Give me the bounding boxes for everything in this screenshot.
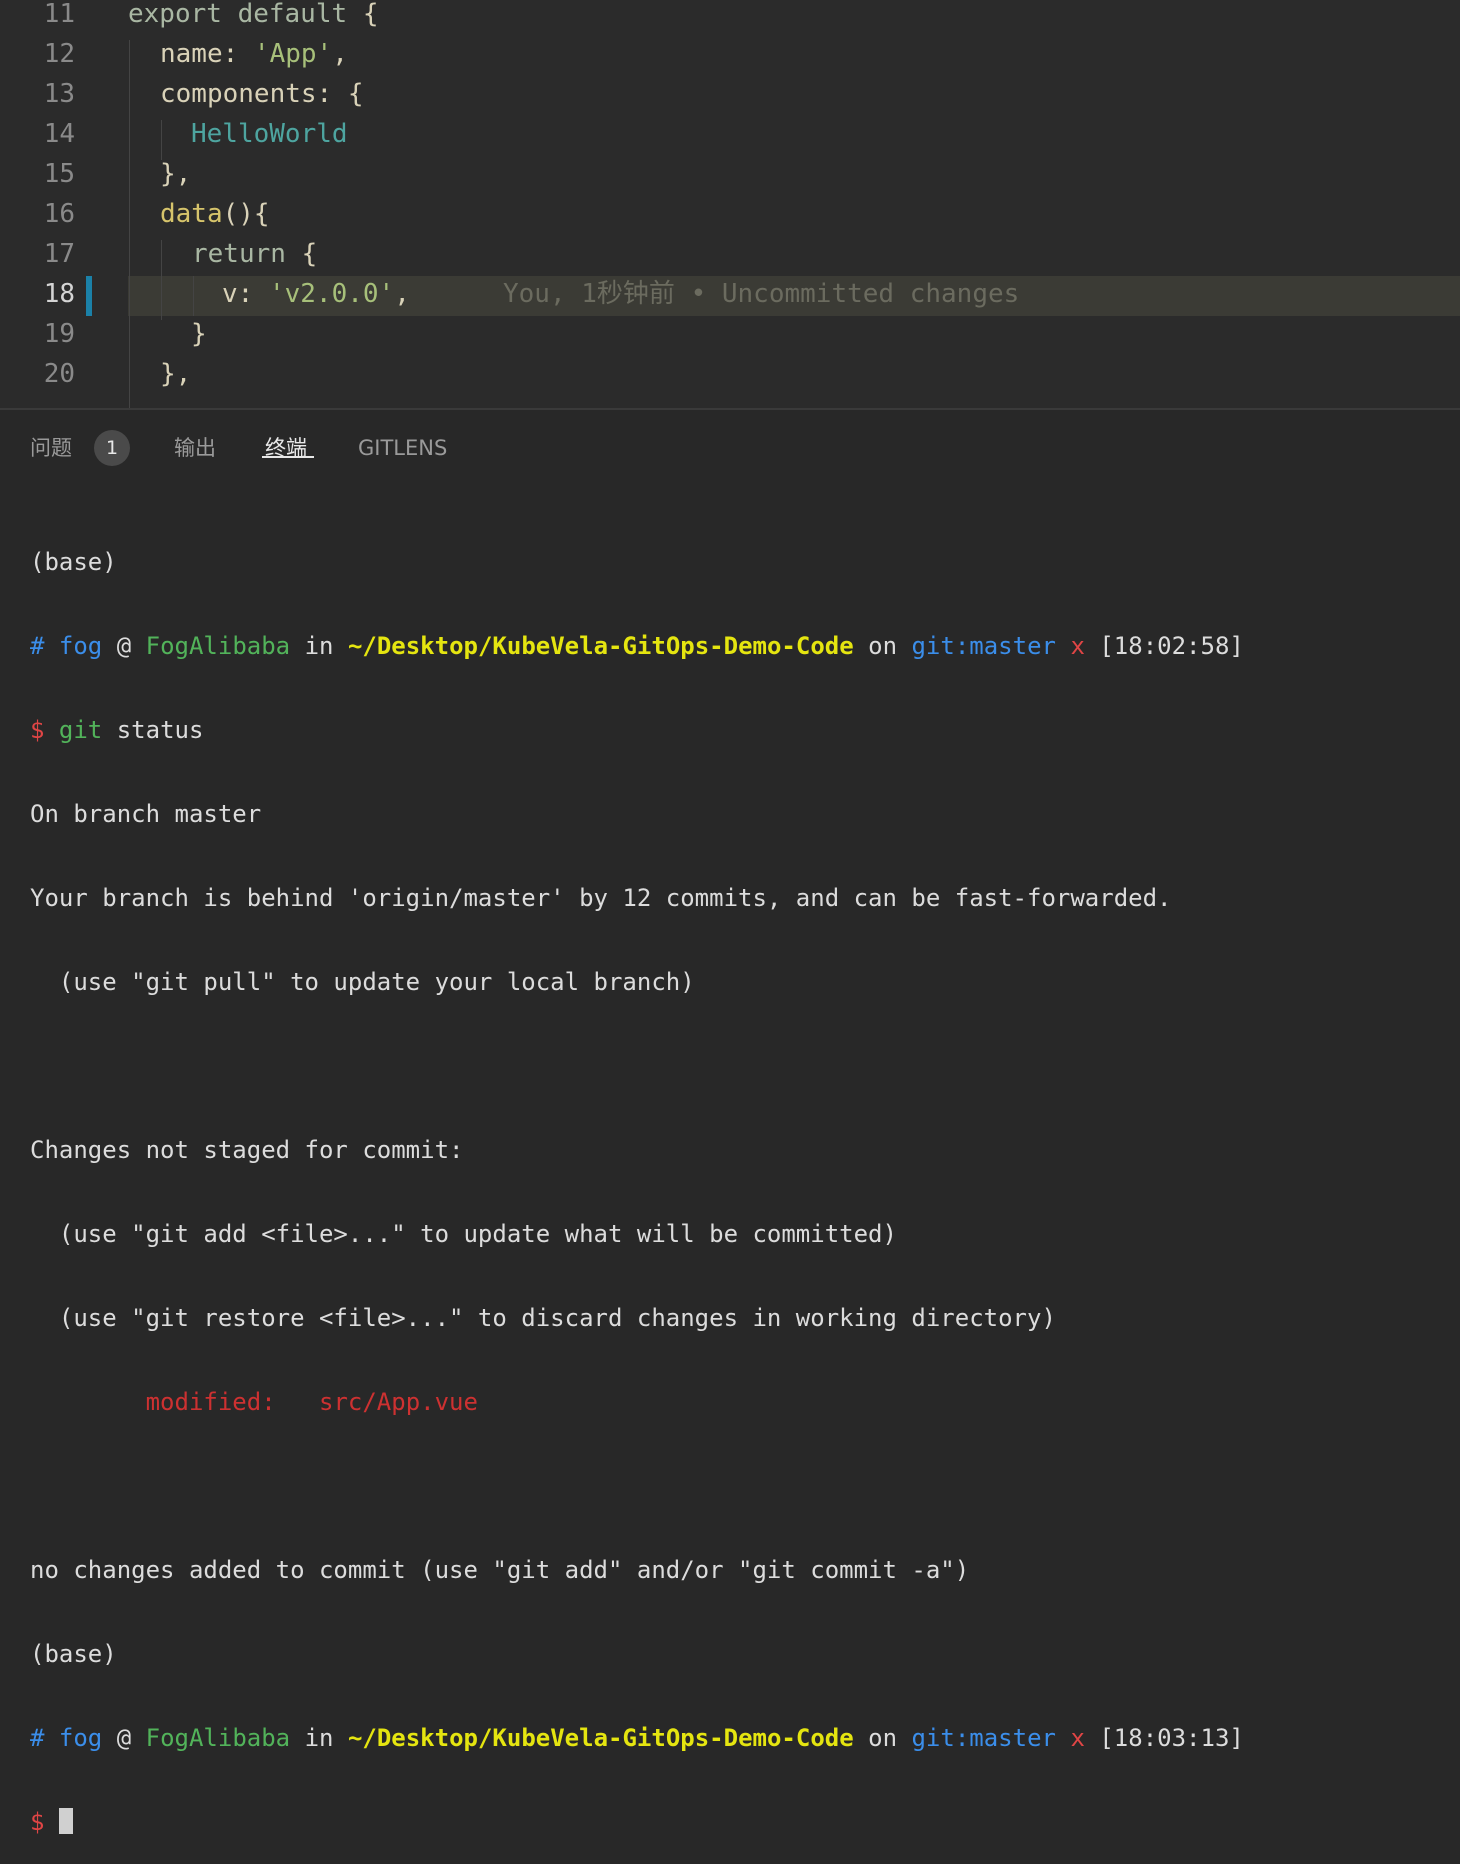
tab-gitlens[interactable]: GITLENS (358, 432, 447, 464)
line-number: 16 (43, 199, 75, 229)
terminal-output[interactable]: (base) # fog @ FogAlibaba in ~/Desktop/K… (30, 492, 1244, 1864)
line-number: 13 (43, 79, 75, 109)
terminal-prompt-line: # fog @ FogAlibaba in ~/Desktop/KubeVela… (30, 632, 1244, 660)
code-line[interactable]: 11 export default { (0, 0, 1460, 34)
terminal-cursor (58, 1808, 73, 1834)
line-number: 12 (43, 39, 75, 69)
terminal-line: (base) (30, 548, 117, 576)
problems-count-badge: 1 (94, 430, 130, 466)
terminal-line: Your branch is behind 'origin/master' by… (30, 884, 1172, 912)
terminal-line: no changes added to commit (use "git add… (30, 1556, 970, 1584)
terminal-line: (use "git pull" to update your local bra… (30, 968, 695, 996)
code-text: export default { (128, 0, 379, 29)
terminal-line: (use "git add <file>..." to update what … (30, 1220, 897, 1248)
code-text: return { (192, 239, 318, 269)
tab-terminal[interactable]: 终端 (265, 432, 307, 464)
line-number: 11 (43, 0, 75, 29)
active-tab-indicator (262, 456, 314, 458)
tab-problems[interactable]: 问题 (30, 432, 72, 464)
terminal-command-line: $ git status (30, 716, 204, 744)
code-editor[interactable]: 11 export default { 12 name: 'App', 13 c… (0, 0, 1460, 408)
code-line[interactable]: 16 data(){ (0, 194, 1460, 234)
terminal-line: (base) (30, 1640, 117, 1668)
terminal-input-line[interactable]: $ (30, 1808, 1244, 1836)
code-text: }, (160, 359, 192, 389)
code-line[interactable]: 15 }, (0, 154, 1460, 194)
code-line[interactable]: 13 components: { (0, 74, 1460, 114)
line-number: 18 (43, 279, 75, 309)
code-line[interactable]: 14 HelloWorld (0, 114, 1460, 154)
code-text: data(){ (160, 199, 270, 229)
code-text: name: 'App', (160, 39, 348, 69)
code-line[interactable]: 20 }, (0, 354, 1460, 394)
code-text: } (191, 319, 207, 349)
code-text: HelloWorld (191, 119, 348, 149)
line-number: 19 (43, 319, 75, 349)
gitlens-blame-annotation[interactable]: You, 1秒钟前 • Uncommitted changes (503, 274, 1019, 314)
terminal-prompt-line: # fog @ FogAlibaba in ~/Desktop/KubeVela… (30, 1724, 1244, 1752)
line-number: 17 (43, 239, 75, 269)
code-line[interactable]: 17 return { (0, 234, 1460, 274)
terminal-line: (use "git restore <file>..." to discard … (30, 1304, 1056, 1332)
line-number: 15 (43, 159, 75, 189)
code-text: }, (160, 159, 192, 189)
tab-output[interactable]: 输出 (174, 432, 216, 464)
line-number: 14 (43, 119, 75, 149)
terminal-modified-line: modified: src/App.vue (145, 1388, 478, 1416)
code-line-current[interactable]: 18 v: 'v2.0.0', You, 1秒钟前 • Uncommitted … (0, 274, 1460, 314)
terminal-line: Changes not staged for commit: (30, 1136, 464, 1164)
line-number: 20 (43, 359, 75, 389)
terminal-line: On branch master (30, 800, 262, 828)
code-line[interactable]: 19 } (0, 314, 1460, 354)
code-text: components: { (160, 79, 364, 109)
code-line[interactable]: 12 name: 'App', (0, 34, 1460, 74)
code-text: v: 'v2.0.0', (222, 279, 410, 309)
